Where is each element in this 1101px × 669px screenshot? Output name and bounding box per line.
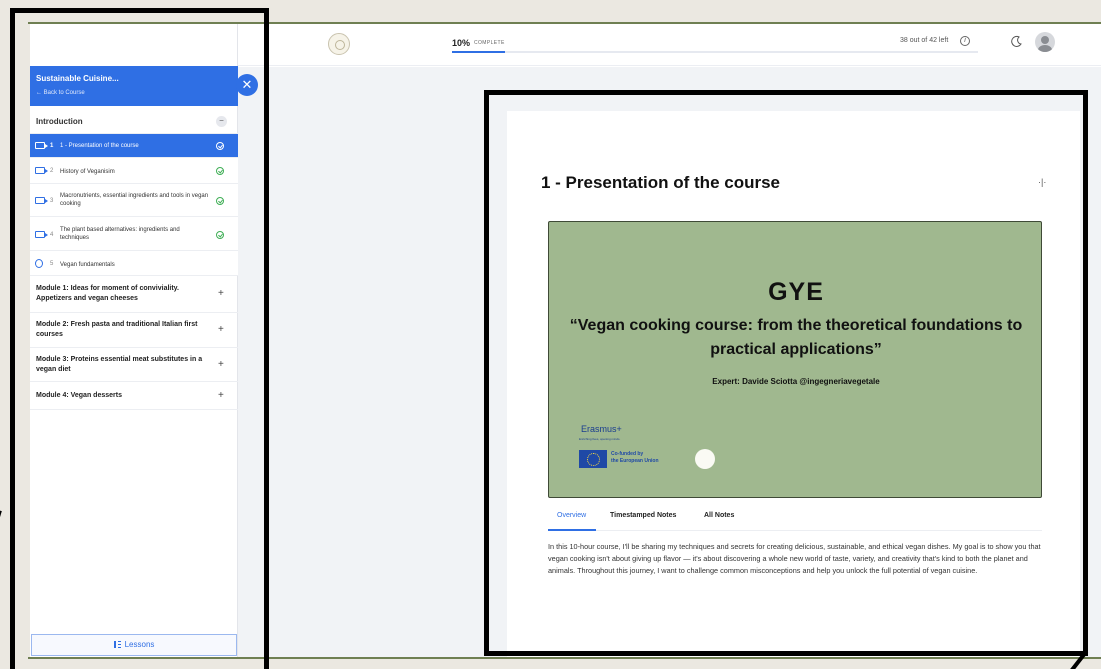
lessons-left-count: 38 out of 42 left [900,37,949,44]
annotation-line-left [0,510,2,655]
annotation-frame-right [484,90,1088,656]
info-icon[interactable]: i [960,36,970,46]
logo-icon[interactable] [328,33,350,55]
annotation-frame-left [10,8,269,669]
progress-percent: 10% [452,38,471,48]
progress-bar [452,51,978,53]
user-avatar[interactable] [1035,32,1055,52]
progress-bar-fill [452,51,505,53]
progress-label: COMPLETE [474,40,505,46]
moon-icon[interactable] [1010,34,1024,48]
